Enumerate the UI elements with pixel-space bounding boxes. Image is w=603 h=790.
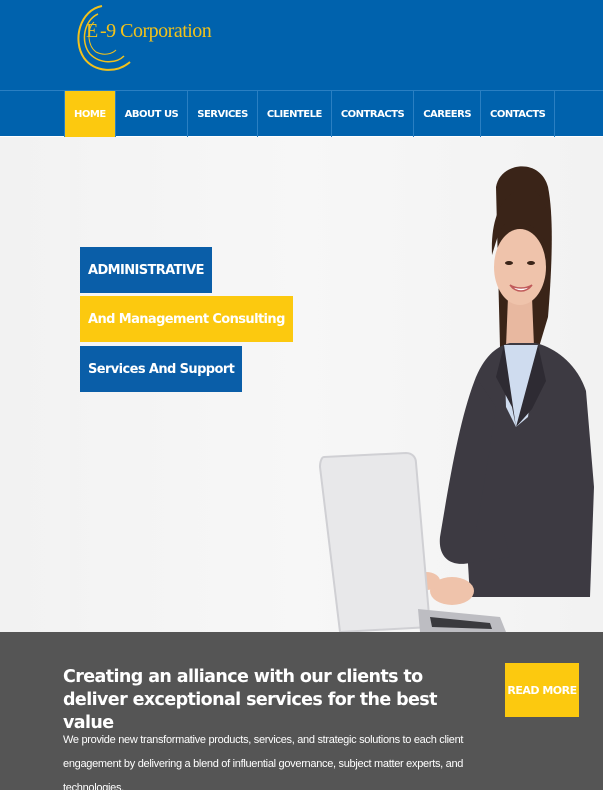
nav-item-careers[interactable]: CAREERS — [414, 91, 482, 137]
nav-item-clientele[interactable]: CLIENTELE — [258, 91, 332, 137]
hero-slider: ADMINISTRATIVE And Management Consulting… — [0, 137, 603, 632]
cta-band: Creating an alliance with our clients to… — [0, 632, 603, 790]
logo-text: -9 Corporation — [100, 20, 212, 42]
read-more-button[interactable]: READ MORE — [505, 663, 579, 717]
cta-description: We provide new transformative products, … — [63, 734, 464, 790]
cta-title: Creating an alliance with our clients to… — [63, 667, 437, 733]
main-nav: HOME ABOUT US SERVICES CLIENTELE CONTRAC… — [0, 90, 603, 137]
nav-item-services[interactable]: SERVICES — [188, 91, 258, 137]
nav-items: HOME ABOUT US SERVICES CLIENTELE CONTRAC… — [64, 91, 556, 137]
hero-tag-services-support: Services And Support — [80, 346, 243, 392]
hero-tag-administrative: ADMINISTRATIVE — [80, 247, 212, 293]
hero-tag-management-consulting: And Management Consulting — [80, 296, 293, 342]
company-logo[interactable]: E -9 Corporation — [70, 0, 212, 78]
nav-item-about-us[interactable]: ABOUT US — [116, 91, 189, 137]
nav-item-contracts[interactable]: CONTRACTS — [332, 91, 415, 137]
logo-letter: E — [86, 20, 99, 42]
nav-item-home[interactable]: HOME — [64, 91, 116, 137]
nav-item-contacts[interactable]: CONTACTS — [481, 91, 556, 137]
site-header: E -9 Corporation — [0, 0, 603, 90]
woman-with-laptop-image — [318, 166, 594, 632]
